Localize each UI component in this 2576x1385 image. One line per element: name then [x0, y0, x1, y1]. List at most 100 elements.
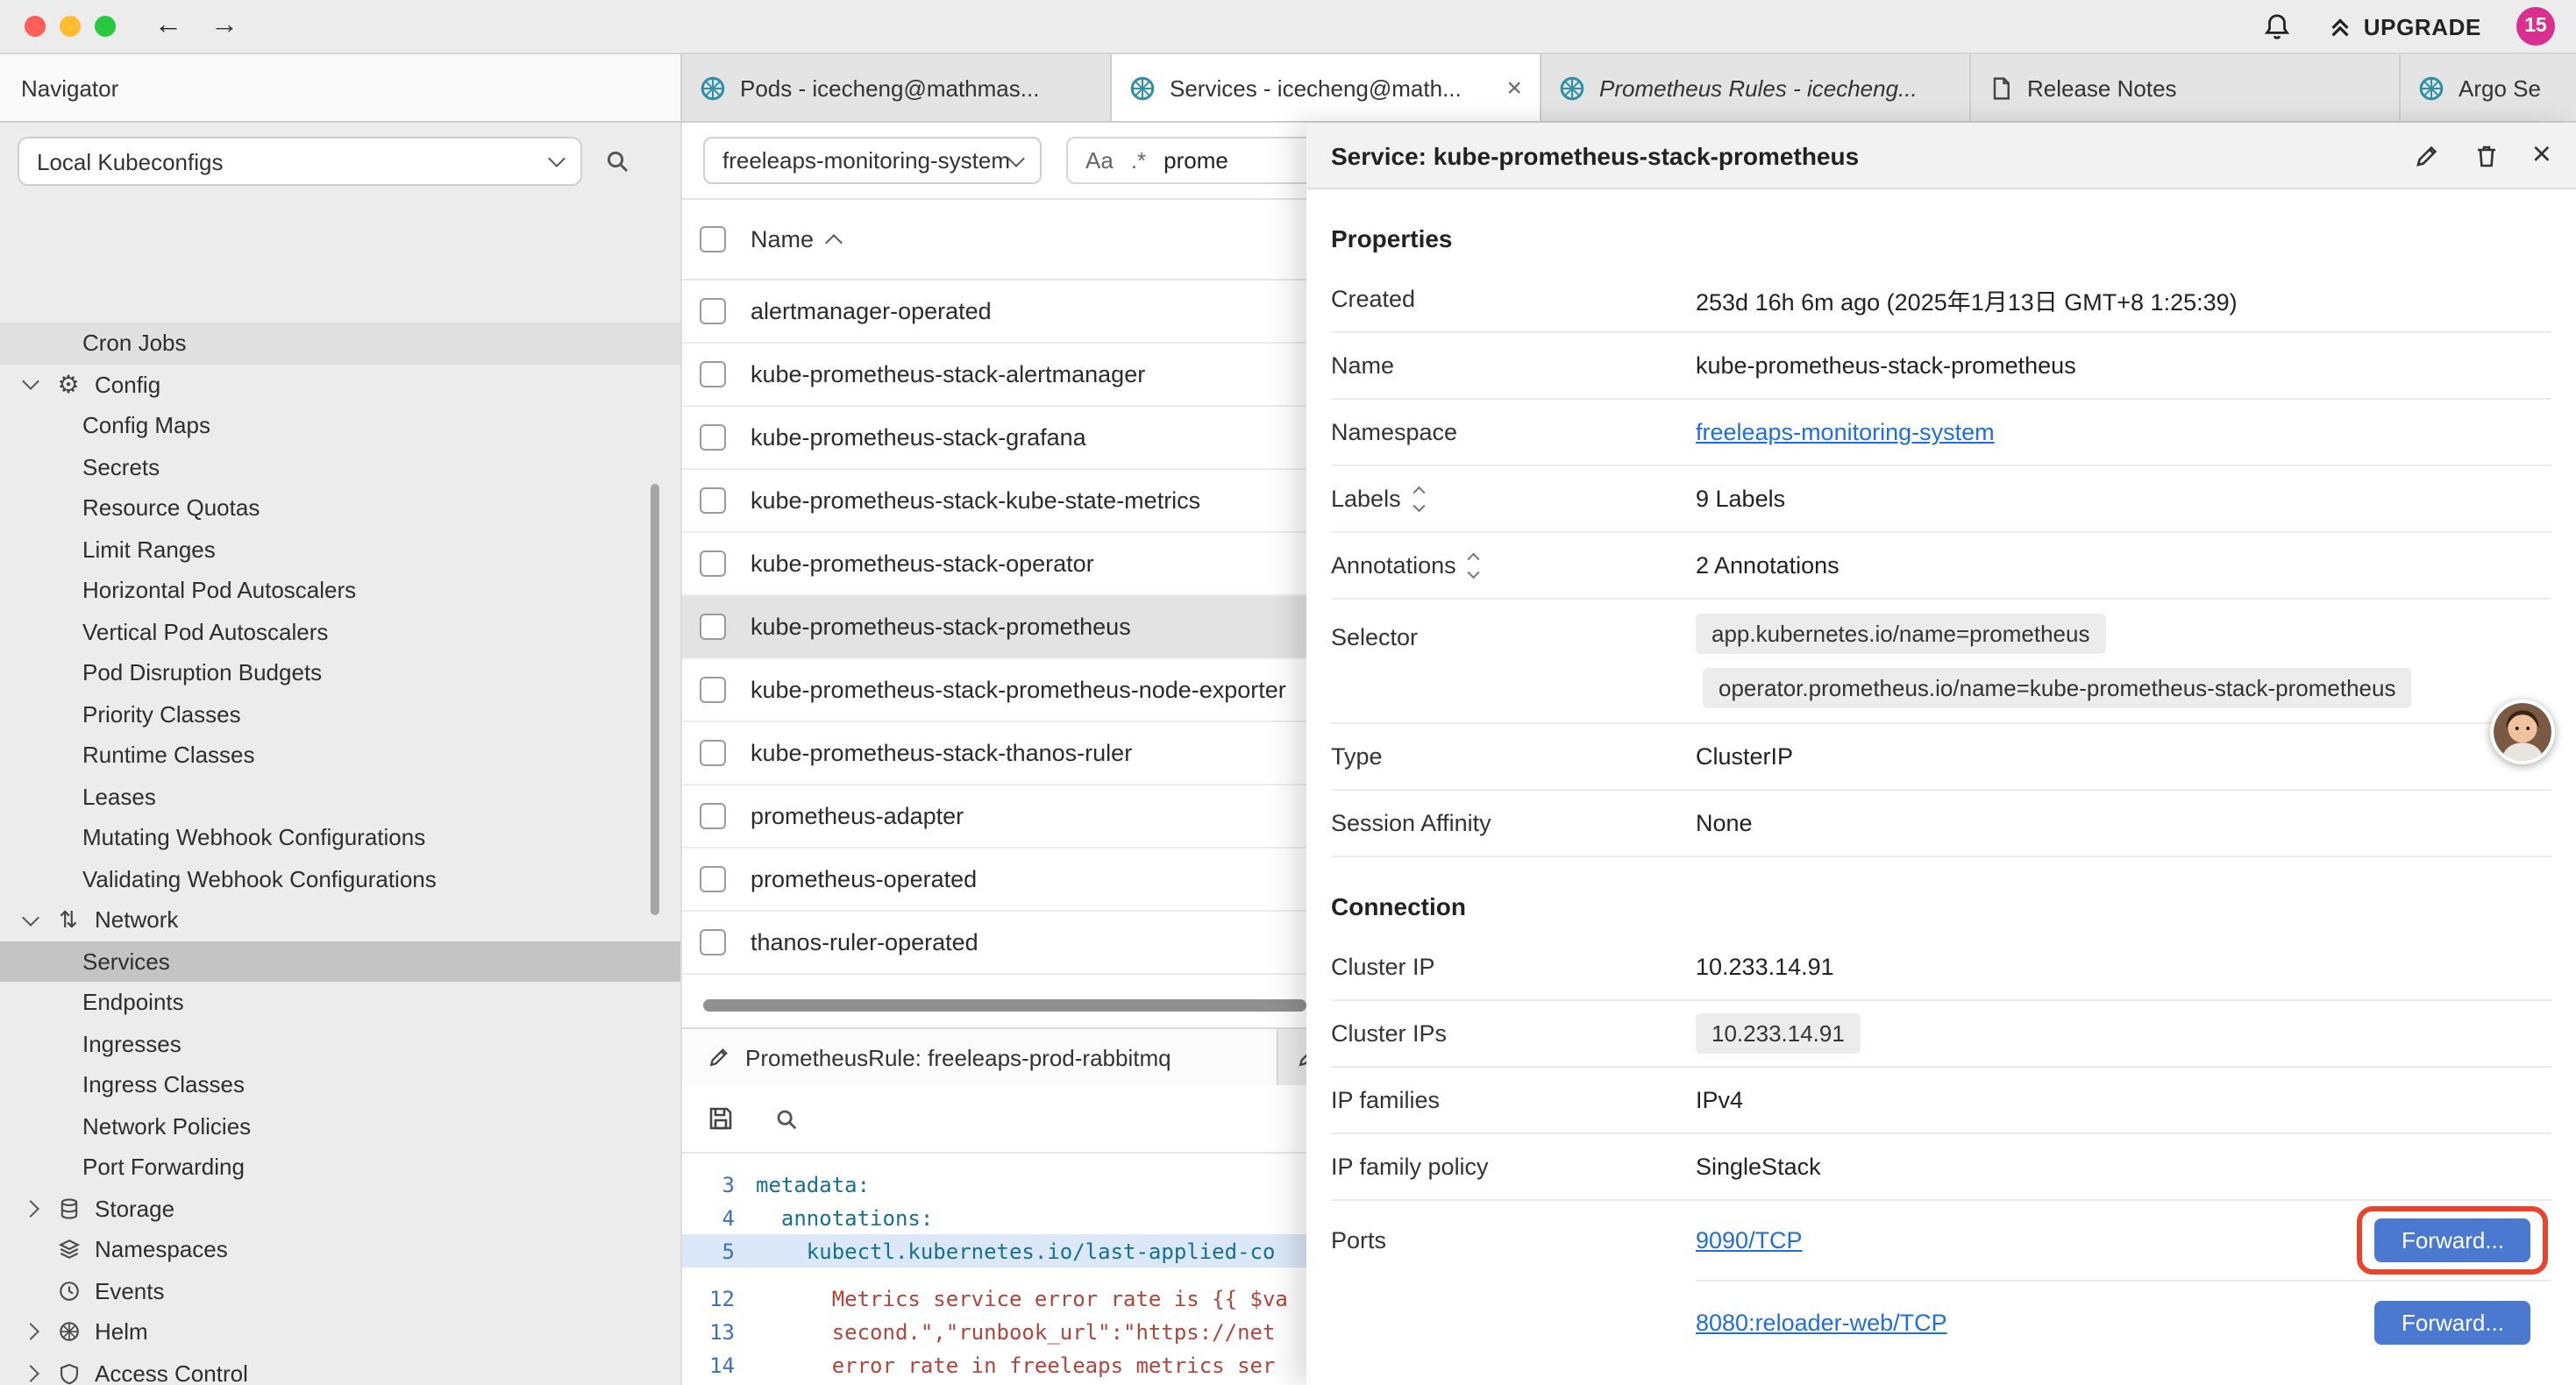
- sidebar-item-services[interactable]: Services: [0, 941, 680, 982]
- row-checkbox[interactable]: [700, 740, 726, 766]
- sidebar-item-cron-jobs[interactable]: Cron Jobs: [0, 323, 680, 364]
- sidebar-item-pod-disruption-budgets[interactable]: Pod Disruption Budgets: [0, 652, 680, 693]
- horizontal-scrollbar[interactable]: [703, 999, 1306, 1012]
- tab-label: Argo Se: [2459, 75, 2541, 101]
- document-icon: [1989, 75, 2013, 101]
- sidebar-item-label: Namespaces: [95, 1237, 228, 1263]
- minimize-window-button[interactable]: [60, 16, 81, 37]
- close-icon[interactable]: ×: [2532, 138, 2551, 172]
- select-all-checkbox[interactable]: [700, 226, 726, 252]
- back-button[interactable]: ←: [154, 12, 182, 40]
- tab-services[interactable]: Services - icecheng@math... ×: [1112, 54, 1541, 121]
- row-checkbox[interactable]: [700, 614, 726, 640]
- zoom-window-button[interactable]: [95, 16, 116, 37]
- column-header-name[interactable]: Name: [751, 226, 840, 252]
- sidebar-item-events[interactable]: Events: [0, 1270, 680, 1311]
- sidebar-item-namespaces[interactable]: Namespaces: [0, 1229, 680, 1270]
- row-checkbox[interactable]: [700, 550, 726, 577]
- editor-code: Metrics service error rate is {{ $va: [756, 1286, 1288, 1310]
- match-case-toggle[interactable]: Aa: [1085, 147, 1114, 174]
- kubeconfig-selector-value: Local Kubeconfigs: [37, 148, 224, 174]
- sidebar-item-network-policies[interactable]: Network Policies: [0, 1105, 680, 1147]
- sidebar-item-endpoints[interactable]: Endpoints: [0, 982, 680, 1023]
- sidebar-item-secrets[interactable]: Secrets: [0, 446, 680, 487]
- sidebar-item-port-forwarding[interactable]: Port Forwarding: [0, 1147, 680, 1188]
- sidebar-item-network[interactable]: ⇅ Network: [0, 899, 680, 941]
- storage-icon: [57, 1197, 80, 1220]
- namespace-link[interactable]: freeleaps-monitoring-system: [1696, 419, 1995, 445]
- user-avatar[interactable]: [2490, 700, 2555, 764]
- row-checkbox[interactable]: [700, 487, 726, 514]
- tab-bar: Navigator Pods - icecheng@mathmas... Ser…: [0, 54, 2576, 123]
- tab-close-icon[interactable]: ×: [1506, 73, 1522, 103]
- detail-value: 253d 16h 6m ago (2025年1月13日 GMT+8 1:25:3…: [1696, 281, 2238, 316]
- sidebar-item-horizontal-pod-autoscalers[interactable]: Horizontal Pod Autoscalers: [0, 570, 680, 611]
- tab-pods[interactable]: Pods - icecheng@mathmas...: [682, 54, 1112, 121]
- notification-count-badge[interactable]: 15: [2516, 7, 2555, 46]
- forward-button-9090[interactable]: Forward...: [2375, 1218, 2530, 1262]
- expand-labels-toggle[interactable]: [1415, 489, 1423, 508]
- forward-button-8080[interactable]: Forward...: [2375, 1300, 2530, 1344]
- sidebar-item-access-control[interactable]: Access Control: [0, 1353, 680, 1385]
- service-name: alertmanager-operated: [751, 298, 992, 324]
- edit-pencil-icon[interactable]: [2413, 141, 2441, 169]
- row-checkbox[interactable]: [700, 298, 726, 324]
- expand-annotations-toggle[interactable]: [1470, 556, 1478, 575]
- search-input[interactable]: Aa .* prome: [1066, 137, 1329, 184]
- sidebar-item-runtime-classes[interactable]: Runtime Classes: [0, 735, 680, 776]
- namespace-filter-dropdown[interactable]: freeleaps-monitoring-system: [703, 137, 1042, 184]
- cluster-ip-badge: 10.233.14.91: [1696, 1013, 1861, 1054]
- sidebar-item-leases[interactable]: Leases: [0, 776, 680, 817]
- detail-label: Name: [1331, 352, 1696, 379]
- editor-search-icon[interactable]: [773, 1105, 800, 1132]
- row-checkbox[interactable]: [700, 866, 726, 892]
- upgrade-button[interactable]: UPGRADE: [2327, 13, 2481, 39]
- row-checkbox[interactable]: [700, 929, 726, 955]
- delete-trash-icon[interactable]: [2473, 141, 2501, 169]
- row-checkbox[interactable]: [700, 361, 726, 387]
- kubeconfig-selector[interactable]: Local Kubeconfigs: [18, 137, 582, 186]
- detail-value: 9 Labels: [1696, 486, 1785, 512]
- sidebar-item-label: Limit Ranges: [82, 536, 216, 563]
- sidebar-item-resource-quotas[interactable]: Resource Quotas: [0, 487, 680, 529]
- tab-release-notes[interactable]: Release Notes: [1971, 54, 2401, 121]
- sidebar-item-limit-ranges[interactable]: Limit Ranges: [0, 529, 680, 570]
- port-line: 8080:reloader-web/TCP Forward...: [1696, 1282, 2551, 1362]
- tab-label: Pods - icecheng@mathmas...: [740, 75, 1039, 101]
- sidebar-search-icon[interactable]: [603, 147, 631, 175]
- sidebar-item-priority-classes[interactable]: Priority Classes: [0, 693, 680, 735]
- sidebar-item-mutating-webhook-configurations[interactable]: Mutating Webhook Configurations: [0, 817, 680, 858]
- port-link-9090[interactable]: 9090/TCP: [1696, 1227, 1803, 1254]
- save-icon[interactable]: [707, 1104, 735, 1133]
- sidebar-scrollbar[interactable]: [651, 484, 659, 915]
- close-window-button[interactable]: [25, 16, 46, 37]
- kubernetes-icon: [1559, 75, 1585, 101]
- pencil-icon: [707, 1045, 731, 1069]
- sidebar-item-label: Helm: [95, 1319, 148, 1346]
- sidebar-item-ingress-classes[interactable]: Ingress Classes: [0, 1064, 680, 1105]
- sidebar-item-validating-webhook-configurations[interactable]: Validating Webhook Configurations: [0, 858, 680, 899]
- sidebar-item-config-maps[interactable]: Config Maps: [0, 405, 680, 446]
- sidebar-item-label: Vertical Pod Autoscalers: [82, 619, 328, 645]
- detail-label: Created: [1331, 286, 1696, 312]
- tab-argo[interactable]: Argo Se: [2401, 54, 2576, 121]
- sidebar-item-config[interactable]: ⚙ Config: [0, 364, 680, 405]
- notifications-bell-icon[interactable]: [2262, 11, 2292, 41]
- tab-prometheus-rules[interactable]: Prometheus Rules - icecheng...: [1541, 54, 1971, 121]
- detail-row-name: Name kube-prometheus-stack-prometheus: [1331, 333, 2551, 400]
- sidebar-item-ingresses[interactable]: Ingresses: [0, 1023, 680, 1064]
- sidebar-item-helm[interactable]: Helm: [0, 1311, 680, 1353]
- annotation-highlight-ring: Forward...: [2358, 1206, 2548, 1275]
- forward-button[interactable]: →: [210, 12, 238, 40]
- dock-tab-prometheusrule[interactable]: PrometheusRule: freeleaps-prod-rabbitmq: [682, 1029, 1278, 1085]
- window-controls: [25, 16, 116, 37]
- regex-toggle[interactable]: .*: [1131, 147, 1146, 174]
- sidebar-item-storage[interactable]: Storage: [0, 1188, 680, 1229]
- sidebar-item-vertical-pod-autoscalers[interactable]: Vertical Pod Autoscalers: [0, 611, 680, 652]
- row-checkbox[interactable]: [700, 803, 726, 829]
- row-checkbox[interactable]: [700, 424, 726, 451]
- section-heading-connection: Connection: [1331, 892, 2551, 920]
- sidebar-item-label: Horizontal Pod Autoscalers: [82, 578, 356, 604]
- port-link-8080[interactable]: 8080:reloader-web/TCP: [1696, 1309, 1947, 1335]
- row-checkbox[interactable]: [700, 677, 726, 703]
